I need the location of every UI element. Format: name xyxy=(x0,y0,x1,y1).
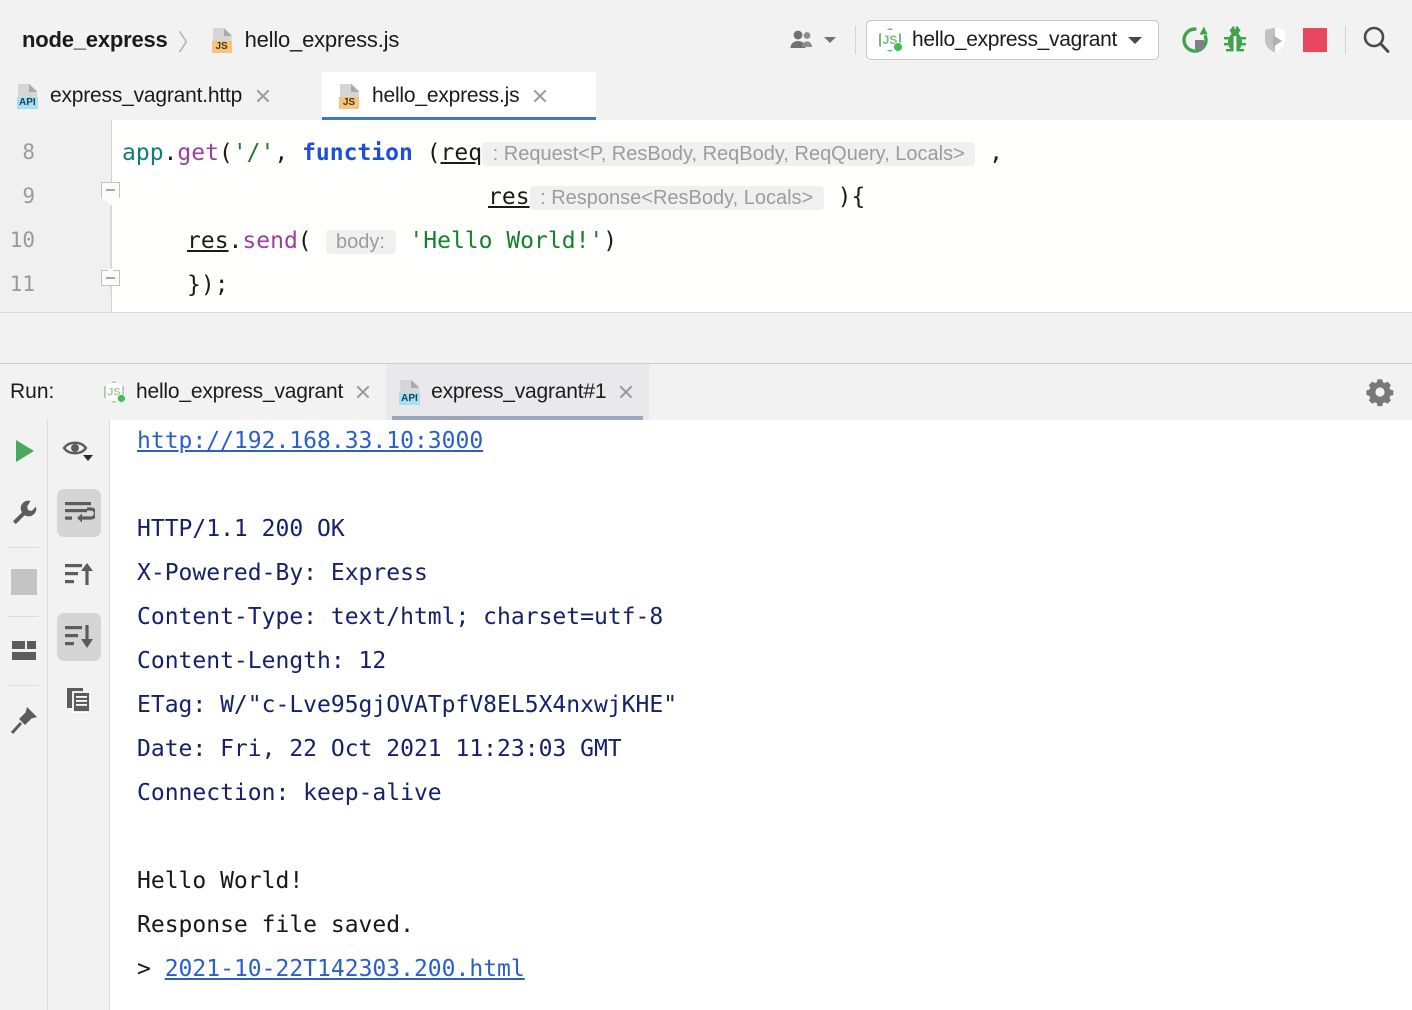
top-navigation-bar: node_express 〉 JS hello_express.js xyxy=(0,8,1412,72)
close-icon[interactable] xyxy=(252,85,274,107)
rerun-button[interactable] xyxy=(1175,20,1215,60)
breadcrumb-file[interactable]: hello_express.js xyxy=(245,27,400,53)
filter-button[interactable] xyxy=(49,420,109,482)
chevron-down-icon xyxy=(823,35,837,45)
breadcrumb: node_express 〉 JS hello_express.js xyxy=(0,23,399,57)
stop-square-icon xyxy=(1303,28,1327,52)
close-icon[interactable] xyxy=(529,85,551,107)
code-line-10: res.send( body: 'Hello World!') xyxy=(187,228,617,254)
gear-icon xyxy=(1365,377,1395,407)
code-line-11: }); xyxy=(187,272,229,298)
code-line-8: app.get('/', function (req : Request<P, … xyxy=(122,140,1003,166)
bug-icon xyxy=(1220,25,1250,55)
console-line-saved: Response file saved. xyxy=(137,912,414,938)
editor-tab-express-vagrant-http[interactable]: API express_vagrant.http xyxy=(0,72,322,120)
debug-button[interactable] xyxy=(1215,20,1255,60)
toolbar-divider xyxy=(8,547,39,548)
breadcrumb-project[interactable]: node_express xyxy=(22,27,168,53)
console-line-header: ETag: W/"c-Lve95gjOVATpfV8EL5X4nxwjKHE" xyxy=(137,692,677,718)
scroll-down-icon xyxy=(63,623,95,651)
editor-tab-label: hello_express.js xyxy=(372,84,519,108)
console-output[interactable]: http://192.168.33.10:3000 HTTP/1.1 200 O… xyxy=(110,420,1412,1010)
pin-icon xyxy=(9,705,39,735)
run-settings-button[interactable] xyxy=(1360,372,1400,412)
search-icon xyxy=(1360,24,1392,56)
stop-square-icon xyxy=(11,569,37,595)
run-panel-header: Run: JS hello_express_vagrant API expres… xyxy=(0,364,1412,420)
close-icon[interactable] xyxy=(352,381,374,403)
rerun-settings-button[interactable] xyxy=(0,482,47,544)
run-tab-express-vagrant-1[interactable]: API express_vagrant#1 xyxy=(386,364,649,420)
soft-wrap-icon xyxy=(63,499,95,527)
breadcrumb-separator-icon: 〉 xyxy=(178,23,201,57)
editor-tab-hello-express-js[interactable]: JS hello_express.js xyxy=(322,72,596,120)
console-link-response-file[interactable]: 2021-10-22T142303.200.html xyxy=(165,956,525,982)
editor-console-splitter[interactable] xyxy=(0,312,1412,364)
js-file-icon: JS xyxy=(338,83,362,109)
run-button[interactable] xyxy=(0,420,47,482)
console-line-header: Content-Type: text/html; charset=utf-8 xyxy=(137,604,663,630)
prompt-marker: > xyxy=(137,956,165,982)
api-file-icon: API xyxy=(16,83,40,109)
run-panel-label: Run: xyxy=(0,380,90,404)
chevron-down-icon xyxy=(1126,34,1144,46)
nodejs-icon: JS xyxy=(103,380,126,404)
coverage-shield-icon xyxy=(1260,25,1290,55)
pin-tab-button[interactable] xyxy=(0,689,47,751)
console-line-header: Content-Length: 12 xyxy=(137,648,386,674)
stop-button[interactable] xyxy=(1295,20,1335,60)
fold-marker-start-icon[interactable] xyxy=(101,182,123,204)
line-number: 10 xyxy=(0,228,35,252)
layout-icon xyxy=(9,637,39,665)
run-tab-hello-express-vagrant[interactable]: JS hello_express_vagrant xyxy=(90,364,386,420)
run-actions-toolbar xyxy=(0,420,48,1010)
copy-icon xyxy=(64,684,94,714)
soft-wrap-button[interactable] xyxy=(49,482,109,544)
toolbar-divider xyxy=(8,616,39,617)
toolbar-divider xyxy=(855,26,856,54)
console-line-status: HTTP/1.1 200 OK xyxy=(137,516,345,542)
fold-marker-end-icon[interactable] xyxy=(101,270,123,292)
scroll-up-icon xyxy=(63,561,95,589)
print-button[interactable] xyxy=(49,668,109,730)
console-line-body: Hello World! xyxy=(137,868,303,894)
api-file-icon: API xyxy=(398,379,422,405)
editor-tab-bar: API express_vagrant.http JS hello_expres… xyxy=(0,72,1412,120)
js-file-icon: JS xyxy=(211,27,235,53)
console-line-header: Date: Fri, 22 Oct 2021 11:23:03 GMT xyxy=(137,736,622,762)
code-editor[interactable]: 8 9 10 11 app.get('/', function (req : R… xyxy=(0,120,1412,312)
line-number: 9 xyxy=(0,184,35,208)
rerun-icon xyxy=(1180,25,1210,55)
console-link-url[interactable]: http://192.168.33.10:3000 xyxy=(137,428,483,454)
scroll-up-button[interactable] xyxy=(49,544,109,606)
console-response-file-row: > 2021-10-22T142303.200.html xyxy=(137,956,525,982)
run-configuration-selector[interactable]: JS hello_express_vagrant xyxy=(866,20,1159,60)
console-actions-toolbar xyxy=(49,420,110,1010)
eye-dropdown-icon xyxy=(61,436,97,466)
scroll-to-end-button[interactable] xyxy=(49,606,109,668)
nodejs-icon: JS xyxy=(878,27,903,53)
wrench-icon xyxy=(9,498,39,528)
layout-button[interactable] xyxy=(0,620,47,682)
console-line-header: X-Powered-By: Express xyxy=(137,560,428,586)
line-number: 8 xyxy=(0,140,35,164)
toolbar-divider xyxy=(1345,26,1346,54)
toolbar-divider xyxy=(8,685,39,686)
editor-gutter[interactable]: 8 9 10 11 xyxy=(0,120,112,312)
line-number: 11 xyxy=(0,272,35,296)
share-users-button[interactable] xyxy=(780,22,845,58)
run-configuration-name: hello_express_vagrant xyxy=(912,28,1117,52)
code-line-9: res : Response<ResBody, Locals> ){ xyxy=(488,184,865,210)
close-icon[interactable] xyxy=(615,381,637,403)
play-icon xyxy=(9,436,39,466)
stop-button[interactable] xyxy=(0,551,47,613)
editor-tab-label: express_vagrant.http xyxy=(50,84,242,108)
console-line-header: Connection: keep-alive xyxy=(137,780,442,806)
run-tab-label: express_vagrant#1 xyxy=(431,380,606,404)
coverage-button[interactable] xyxy=(1255,20,1295,60)
search-button[interactable] xyxy=(1356,20,1396,60)
people-icon xyxy=(788,28,818,52)
run-tab-label: hello_express_vagrant xyxy=(136,380,343,404)
